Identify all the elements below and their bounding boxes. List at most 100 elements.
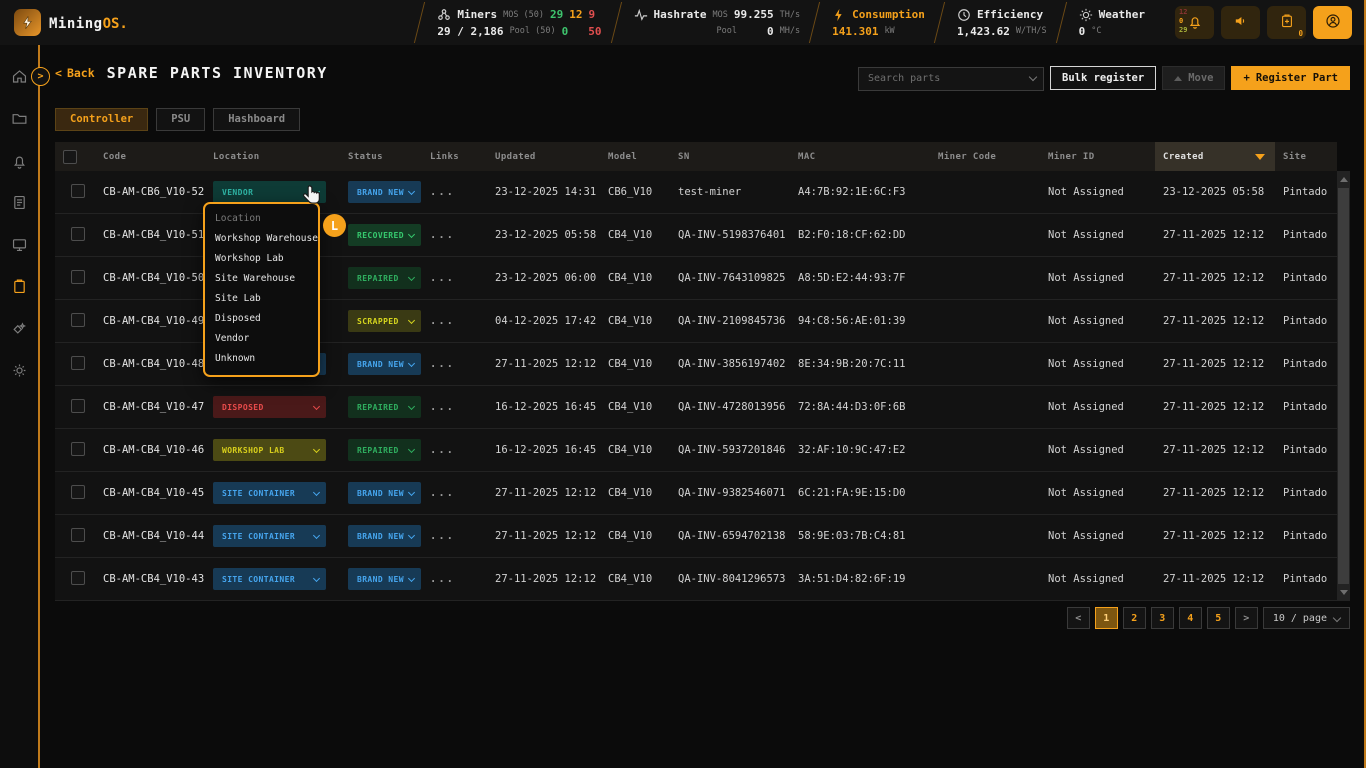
tab-hashboard[interactable]: Hashboard [213,108,300,131]
links-menu-button[interactable]: ... [430,272,455,284]
table-scrollbar[interactable] [1337,171,1350,601]
links-menu-button[interactable]: ... [430,315,455,327]
col-updated[interactable]: Updated [487,142,600,171]
col-model[interactable]: Model [600,142,670,171]
row-checkbox[interactable] [71,399,85,413]
sidebar-item-documents[interactable] [10,193,28,211]
col-mac[interactable]: MAC [790,142,930,171]
sidebar-item-settings[interactable] [10,361,28,379]
search-input[interactable] [858,67,1044,91]
status-select[interactable]: REPAIRED [348,439,421,461]
page-prev-button[interactable]: < [1067,607,1090,629]
row-checkbox[interactable] [71,485,85,499]
location-select[interactable]: SITE CONTAINER [213,525,326,547]
row-checkbox[interactable] [71,356,85,370]
status-select[interactable]: BRAND NEW [348,482,421,504]
col-links[interactable]: Links [422,142,487,171]
dropdown-option[interactable]: Workshop Warehouse [205,228,318,248]
select-all-checkbox[interactable] [63,150,77,164]
status-select[interactable]: SCRAPPED [348,310,421,332]
location-select[interactable]: SITE CONTAINER [213,482,326,504]
dropdown-option[interactable]: Site Lab [205,288,318,308]
sidebar-item-inventory[interactable] [10,277,28,295]
table-row[interactable]: CB-AM-CB4_V10-46 WORKSHOP LAB REPAIRED .… [55,429,1337,472]
scroll-down-icon[interactable] [1340,590,1348,595]
col-sn[interactable]: SN [670,142,790,171]
page-number-button[interactable]: 3 [1151,607,1174,629]
col-miner-code[interactable]: Miner Code [930,142,1040,171]
cell-code: CB-AM-CB6_V10-52 [95,186,205,198]
scroll-up-icon[interactable] [1340,177,1348,182]
links-menu-button[interactable]: ... [430,229,455,241]
row-checkbox[interactable] [71,571,85,585]
location-select[interactable]: WORKSHOP LAB [213,439,326,461]
brand: MiningOS. [0,9,280,36]
page-number-button[interactable]: 1 [1095,607,1118,629]
page-next-button[interactable]: > [1235,607,1258,629]
page-number-button[interactable]: 2 [1123,607,1146,629]
tab-psu[interactable]: PSU [156,108,205,131]
tasks-button[interactable]: 0 [1267,6,1306,39]
notifications-button[interactable]: 12 0 29 [1175,6,1214,39]
col-created-sorted[interactable]: Created [1155,142,1275,171]
table-row[interactable]: CB-AM-CB4_V10-44 SITE CONTAINER BRAND NE… [55,515,1337,558]
col-code[interactable]: Code [95,142,205,171]
dropdown-option[interactable]: Site Warehouse [205,268,318,288]
links-menu-button[interactable]: ... [430,530,455,542]
links-menu-button[interactable]: ... [430,487,455,499]
col-miner-id[interactable]: Miner ID [1040,142,1155,171]
links-menu-button[interactable]: ... [430,358,455,370]
dropdown-option[interactable]: Unknown [205,348,318,368]
row-checkbox[interactable] [71,442,85,456]
status-select[interactable]: BRAND NEW [348,353,421,375]
cell-miner-id: Not Assigned [1040,573,1155,585]
page-number-button[interactable]: 5 [1207,607,1230,629]
status-select[interactable]: BRAND NEW [348,525,421,547]
dropdown-option[interactable]: Vendor [205,328,318,348]
cell-site: Pintado [1275,444,1337,456]
table-row[interactable]: CB-AM-CB4_V10-47 DISPOSED REPAIRED ... 1… [55,386,1337,429]
scrollbar-thumb[interactable] [1338,188,1349,584]
chevron-down-icon [408,532,415,539]
status-select[interactable]: BRAND NEW [348,181,421,203]
links-menu-button[interactable]: ... [430,186,455,198]
page-size-select[interactable]: 10 / page [1263,607,1350,629]
col-location[interactable]: Location [205,142,340,171]
page-number-button[interactable]: 4 [1179,607,1202,629]
col-status[interactable]: Status [340,142,422,171]
account-button[interactable] [1313,6,1352,39]
col-site[interactable]: Site [1275,142,1337,171]
location-select[interactable]: VENDOR [213,181,326,203]
move-button[interactable]: Move [1162,66,1225,90]
sidebar-toggle-button[interactable]: > [31,67,50,86]
links-menu-button[interactable]: ... [430,401,455,413]
sidebar-item-notifications[interactable] [10,151,28,169]
stat-consumption: Consumption 141.301 kW [814,0,939,45]
links-menu-button[interactable]: ... [430,573,455,585]
sidebar-item-tools[interactable] [10,319,28,337]
location-select[interactable]: DISPOSED [213,396,326,418]
row-checkbox[interactable] [71,313,85,327]
table-row[interactable]: CB-AM-CB4_V10-45 SITE CONTAINER BRAND NE… [55,472,1337,515]
tab-controller[interactable]: Controller [55,108,148,131]
register-part-button[interactable]: + Register Part [1231,66,1350,90]
links-menu-button[interactable]: ... [430,444,455,456]
row-checkbox[interactable] [71,528,85,542]
location-select[interactable]: SITE CONTAINER [213,568,326,590]
status-select[interactable]: RECOVERED [348,224,421,246]
sidebar-item-home[interactable] [10,67,28,85]
dropdown-option[interactable]: Disposed [205,308,318,328]
row-checkbox[interactable] [71,184,85,198]
status-select[interactable]: BRAND NEW [348,568,421,590]
row-checkbox[interactable] [71,227,85,241]
back-button[interactable]: < Back [55,66,95,80]
row-checkbox[interactable] [71,270,85,284]
bulk-register-button[interactable]: Bulk register [1050,66,1156,90]
table-row[interactable]: CB-AM-CB4_V10-43 SITE CONTAINER BRAND NE… [55,558,1337,601]
status-select[interactable]: REPAIRED [348,267,421,289]
sidebar-item-monitoring[interactable] [10,235,28,253]
status-select[interactable]: REPAIRED [348,396,421,418]
dropdown-option[interactable]: Workshop Lab [205,248,318,268]
sidebar-item-files[interactable] [10,109,28,127]
audio-button[interactable] [1221,6,1260,39]
